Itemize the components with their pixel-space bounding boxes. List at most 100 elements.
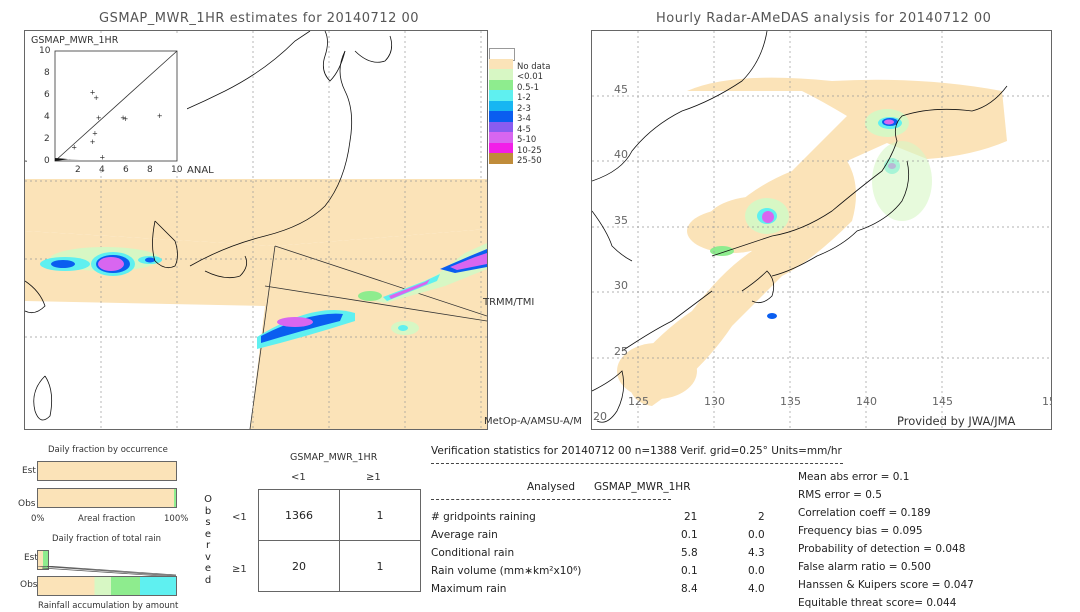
- lat-tick: 35: [614, 214, 628, 227]
- legend-label: 10-25: [517, 145, 542, 156]
- occurrence-x-right: 100%: [164, 514, 189, 524]
- stat-row-label: Maximum rain: [431, 583, 507, 595]
- inset-y-tick: 8: [44, 68, 50, 78]
- inset-xlabel: ANAL: [187, 165, 214, 176]
- scatter-point: +: [92, 129, 98, 137]
- lon-tick: 125: [628, 395, 649, 408]
- inset-y-tick: 2: [44, 134, 50, 144]
- observed-letter: O: [204, 494, 212, 505]
- legend-swatch: [489, 153, 513, 164]
- observed-letter: e: [204, 563, 212, 574]
- gsmap-verification-page: { "left_map": { "title": "GSMAP_MWR_1HR …: [0, 0, 1080, 612]
- stat-row-estimate: 4.3: [748, 547, 765, 559]
- legend-label: 4-5: [517, 124, 531, 135]
- total-rain-xlabel: Rainfall accumulation by amount: [38, 601, 179, 611]
- legend-label: No data: [517, 61, 551, 72]
- contingency-table: 1366 1 20 1: [258, 489, 421, 592]
- sensor-label-trmm: TRMM/TMI: [483, 297, 535, 308]
- legend-label: 25-50: [517, 156, 542, 166]
- left-map-title: GSMAP_MWR_1HR estimates for 20140712 00: [99, 11, 420, 26]
- inset-x-tick: 4: [99, 165, 105, 175]
- stat-row-analysed: 5.8: [681, 547, 698, 559]
- score-line: False alarm ratio = 0.500: [798, 561, 931, 573]
- inset-y-tick: 10: [39, 46, 51, 56]
- legend-swatch: [489, 100, 513, 111]
- score-line: Equitable threat score= 0.044: [798, 597, 957, 609]
- stat-row-estimate: 2: [758, 511, 765, 523]
- score-line: Correlation coeff = 0.189: [798, 507, 931, 519]
- legend-swatch: [489, 90, 513, 101]
- lat-tick: 40: [614, 148, 628, 161]
- divider: [431, 463, 843, 464]
- contingency-col-header-ge1: ≥1: [366, 472, 381, 483]
- lat-tick: 25: [614, 345, 628, 358]
- col-estimate: GSMAP_MWR_1HR: [594, 481, 691, 493]
- score-line: Hanssen & Kuipers score = 0.047: [798, 579, 974, 591]
- legend-swatch: [489, 132, 513, 143]
- inset-title: GSMAP_MWR_1HR: [31, 35, 119, 46]
- inset-x-tick: 6: [123, 165, 129, 175]
- legend-swatch: [489, 111, 513, 122]
- stat-row-label: # gridpoints raining: [431, 511, 536, 523]
- observed-letter: v: [205, 551, 211, 563]
- stat-row-label: Average rain: [431, 529, 498, 541]
- legend-label: 3-4: [517, 114, 531, 124]
- occurrence-x-left: 0%: [31, 514, 45, 524]
- lon-tick: 130: [704, 395, 725, 408]
- legend-swatch: [489, 121, 513, 132]
- contingency-title: GSMAP_MWR_1HR: [290, 452, 378, 463]
- stat-row-analysed: 8.4: [681, 583, 698, 595]
- left-map: + + + + + + + + + + GSMAP_MWR_1HR 10 8 6 4 2 0 2 4 6 8 10 …: [24, 30, 488, 430]
- total-rain-est-label: Est: [24, 553, 38, 563]
- stat-row-analysed: 21: [684, 511, 698, 523]
- scatter-point: +: [90, 138, 96, 146]
- radar-coverage: [617, 77, 1007, 407]
- contingency-row-header-ge1: ≥1: [232, 564, 247, 575]
- stat-row-estimate: 0.0: [748, 529, 765, 541]
- lon-tick: 140: [856, 395, 877, 408]
- inset-y-tick: 0: [44, 156, 50, 166]
- scatter-point: +: [99, 154, 105, 162]
- cell-obs-ge1-est-ge1: 1: [339, 540, 421, 592]
- divider: [431, 499, 671, 500]
- verification-header: Verification statistics for 20140712 00 …: [431, 445, 842, 457]
- scatter-point: +: [96, 114, 102, 122]
- table-row: 1366 1: [258, 489, 421, 541]
- right-map-canvas: [592, 31, 1051, 429]
- occurrence-obs-label: Obs: [18, 499, 36, 509]
- occurrence-title: Daily fraction by occurrence: [48, 445, 168, 455]
- left-map-canvas: +++++++ +++: [25, 31, 487, 429]
- data-credit: Provided by JWA/JMA: [897, 414, 1016, 428]
- inset-x-tick: 10: [171, 165, 183, 175]
- lat-tick: 30: [614, 279, 628, 292]
- legend-swatch: [489, 58, 513, 69]
- total-rain-obs-bar: [37, 576, 177, 596]
- legend-swatch: [489, 142, 513, 153]
- inset-x-tick: 8: [147, 165, 153, 175]
- right-map-title: Hourly Radar-AMeDAS analysis for 2014071…: [656, 11, 992, 26]
- scatter-point: +: [123, 115, 129, 123]
- legend-label: <0.01: [517, 72, 544, 82]
- stat-row-estimate: 4.0: [748, 583, 765, 595]
- scatter-point: +: [93, 94, 99, 102]
- observed-axis-label: Observed: [203, 494, 213, 586]
- occurrence-obs-bar: [37, 488, 177, 508]
- observed-letter: b: [204, 505, 212, 517]
- legend-swatch: [489, 69, 513, 80]
- lon-tick: 145: [932, 395, 953, 408]
- lon-tick: 15: [1042, 395, 1051, 408]
- cell-obs-lt1-est-lt1: 1366: [258, 489, 340, 541]
- sensor-label-metop: MetOp-A/AMSU-A/M: [484, 416, 582, 427]
- lon-tick: 135: [780, 395, 801, 408]
- stat-row-analysed: 0.1: [681, 565, 698, 577]
- observed-letter: s: [205, 517, 211, 528]
- cell-obs-lt1-est-ge1: 1: [339, 489, 421, 541]
- stat-row-label: Rain volume (mm∗km²x10⁶): [431, 565, 582, 577]
- total-rain-title: Daily fraction of total rain: [52, 534, 162, 544]
- table-row: 20 1: [258, 540, 421, 592]
- contingency-row-header-lt1: <1: [232, 512, 247, 523]
- inset-x-tick: 2: [75, 165, 81, 175]
- col-analysed: Analysed: [527, 481, 575, 493]
- legend-label: 5-10: [517, 135, 537, 145]
- scatter-point: +: [71, 144, 77, 152]
